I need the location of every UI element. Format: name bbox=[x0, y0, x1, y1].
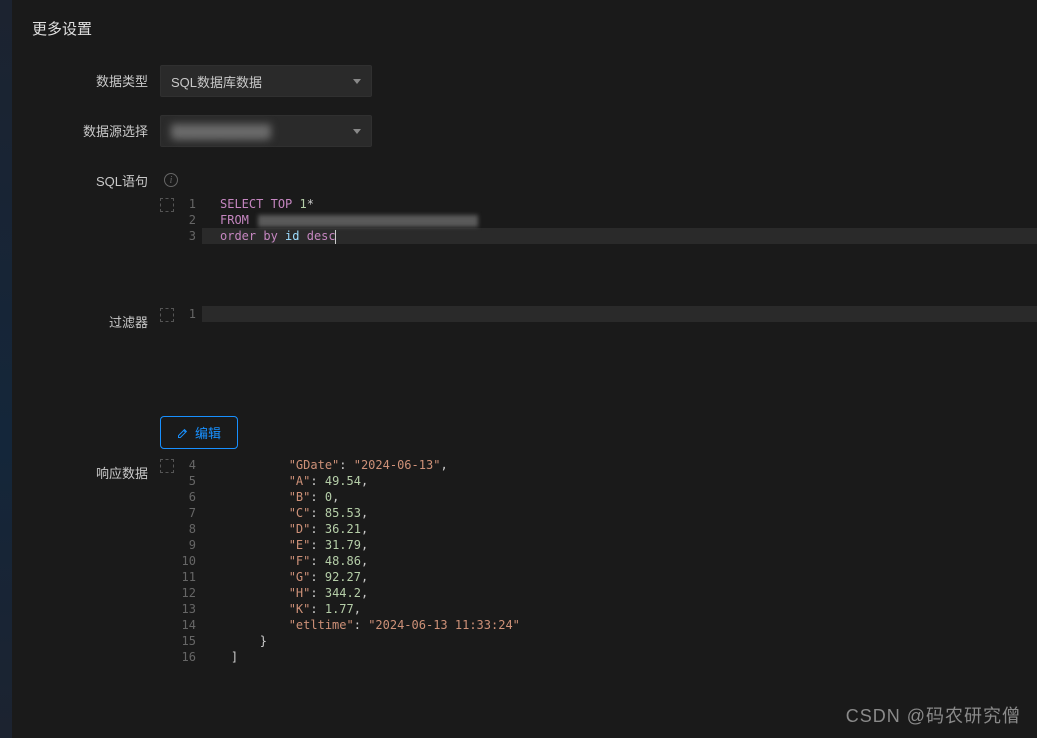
filter-gutter: 1 bbox=[180, 306, 202, 322]
label-data-type: 数据类型 bbox=[12, 65, 160, 90]
redacted-table-name bbox=[258, 215, 478, 227]
expand-icon[interactable] bbox=[160, 198, 174, 212]
left-accent-strip bbox=[0, 0, 12, 738]
row-response: 响应数据 45678910111213141516 "GDate": "2024… bbox=[12, 463, 1037, 665]
edit-button[interactable]: 编辑 bbox=[160, 416, 238, 449]
label-response: 响应数据 bbox=[12, 463, 160, 482]
label-filter: 过滤器 bbox=[12, 312, 160, 331]
row-data-type: 数据类型 SQL数据库数据 bbox=[12, 65, 1037, 97]
row-filter: 过滤器 1 bbox=[12, 312, 1037, 392]
settings-panel: 更多设置 数据类型 SQL数据库数据 数据源选择 ██████████ SQL语… bbox=[12, 0, 1037, 738]
response-gutter: 45678910111213141516 bbox=[180, 457, 202, 665]
response-viewer[interactable]: 45678910111213141516 "GDate": "2024-06-1… bbox=[160, 457, 1037, 665]
chevron-down-icon bbox=[353, 79, 361, 84]
watermark: CSDN @码农研究僧 bbox=[846, 702, 1021, 728]
panel-title: 更多设置 bbox=[12, 0, 1037, 65]
sql-editor-row: 123 SELECT TOP 1* FROM order by id desc bbox=[12, 196, 1037, 244]
edit-icon bbox=[177, 427, 189, 439]
sql-editor[interactable]: 123 SELECT TOP 1* FROM order by id desc bbox=[160, 196, 1037, 244]
response-code: "GDate": "2024-06-13", "A": 49.54, "B": … bbox=[202, 457, 1037, 665]
filter-editor[interactable]: 1 bbox=[160, 306, 1037, 322]
expand-icon[interactable] bbox=[160, 459, 174, 473]
text-cursor bbox=[335, 230, 336, 244]
form-area: 数据类型 SQL数据库数据 数据源选择 ██████████ SQL语句 i 1… bbox=[12, 65, 1037, 665]
sql-code[interactable]: SELECT TOP 1* FROM order by id desc bbox=[202, 196, 1037, 244]
filter-code[interactable] bbox=[202, 306, 1037, 322]
edit-button-label: 编辑 bbox=[195, 423, 221, 442]
info-icon[interactable]: i bbox=[164, 173, 178, 187]
chevron-down-icon bbox=[353, 129, 361, 134]
expand-icon[interactable] bbox=[160, 308, 174, 322]
select-data-type[interactable]: SQL数据库数据 bbox=[160, 65, 372, 97]
row-sql: SQL语句 i bbox=[12, 165, 1037, 190]
label-data-source: 数据源选择 bbox=[12, 115, 160, 140]
select-data-type-value: SQL数据库数据 bbox=[171, 72, 262, 91]
select-data-source-value: ██████████ bbox=[171, 124, 271, 139]
select-data-source[interactable]: ██████████ bbox=[160, 115, 372, 147]
row-data-source: 数据源选择 ██████████ bbox=[12, 115, 1037, 147]
sql-gutter: 123 bbox=[180, 196, 202, 244]
label-sql: SQL语句 bbox=[12, 165, 160, 190]
